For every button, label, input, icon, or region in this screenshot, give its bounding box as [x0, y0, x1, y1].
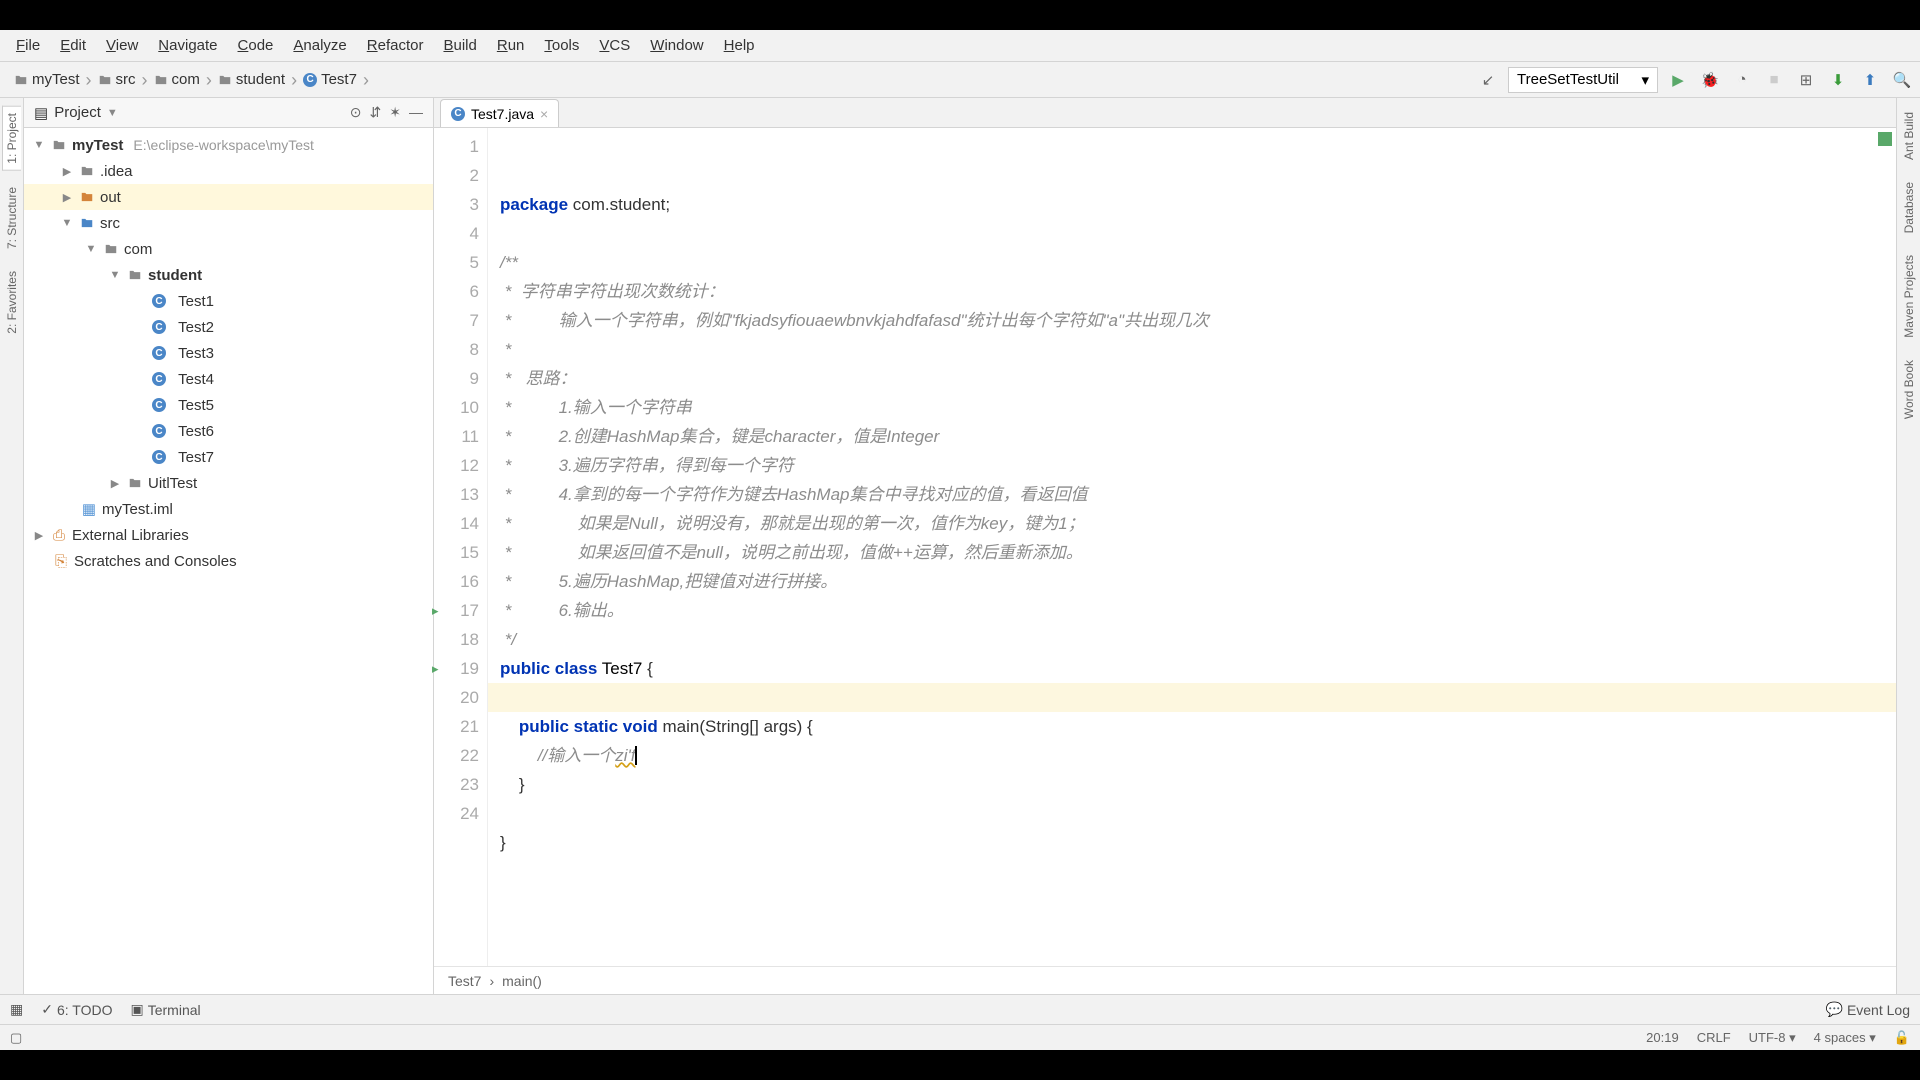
layout-button[interactable]: ▦	[10, 1001, 23, 1018]
terminal-tab[interactable]: ▣ Terminal	[130, 1001, 200, 1018]
coverage-button[interactable]: ◔	[1730, 68, 1754, 92]
crumb-project[interactable]: myTest	[6, 69, 88, 90]
tree-test2[interactable]: C Test2	[24, 314, 433, 340]
menu-window[interactable]: Window	[640, 33, 713, 58]
tool-tab-wordbook[interactable]: Word Book	[1900, 354, 1918, 425]
crumb-class[interactable]: CTest7	[295, 69, 365, 90]
class-icon: C	[451, 107, 465, 121]
event-log-tab[interactable]: 💬 Event Log	[1826, 1001, 1911, 1018]
tree-com[interactable]: ▼com	[24, 236, 433, 262]
line-separator[interactable]: CRLF	[1697, 1030, 1731, 1045]
tree-scratches[interactable]: ⎘Scratches and Consoles	[24, 548, 433, 574]
menu-tools[interactable]: Tools	[534, 33, 589, 58]
vcs-commit-button[interactable]: ⬆	[1858, 68, 1882, 92]
tool-tab-maven[interactable]: Maven Projects	[1900, 249, 1918, 344]
status-bar: ▢ 20:19 CRLF UTF-8 ▾ 4 spaces ▾ 🔓	[0, 1024, 1920, 1050]
vcs-update-button[interactable]: ⬇	[1826, 68, 1850, 92]
menu-navigate[interactable]: Navigate	[148, 33, 227, 58]
tool-tab-database[interactable]: Database	[1900, 176, 1918, 239]
lock-icon[interactable]: 🔓	[1894, 1030, 1910, 1046]
status-left: ▢	[10, 1030, 22, 1046]
menu-analyze[interactable]: Analyze	[283, 33, 356, 58]
file-encoding[interactable]: UTF-8 ▾	[1749, 1030, 1796, 1046]
crumb-student[interactable]: student	[210, 69, 293, 90]
tab-test7[interactable]: C Test7.java ×	[440, 99, 559, 127]
settings-button[interactable]: ✶	[389, 104, 401, 121]
tree-external[interactable]: ▶⎙External Libraries	[24, 522, 433, 548]
tree-student[interactable]: ▼student	[24, 262, 433, 288]
bottom-toolbar: ▦ ✓ 6: TODO ▣ Terminal 💬 Event Log	[0, 994, 1920, 1024]
crumb-src[interactable]: src	[90, 69, 144, 90]
right-tool-strip: Ant Build Database Maven Projects Word B…	[1896, 98, 1920, 994]
build-button[interactable]: ↙	[1476, 68, 1500, 92]
menu-file[interactable]: File	[6, 33, 50, 58]
tree-src[interactable]: ▼src	[24, 210, 433, 236]
collapse-button[interactable]: ⇵	[370, 104, 382, 121]
tree-test4[interactable]: C Test4	[24, 366, 433, 392]
editor-tabs: C Test7.java ×	[434, 98, 1896, 128]
project-icon: ▤	[34, 104, 48, 122]
class-icon: C	[303, 73, 317, 87]
tree-root[interactable]: ▼ myTestE:\eclipse-workspace\myTest	[24, 132, 433, 158]
menu-vcs[interactable]: VCS	[589, 33, 640, 58]
tool-tab-favorites[interactable]: 2: Favorites	[3, 265, 21, 340]
tree-test7[interactable]: C Test7	[24, 444, 433, 470]
editor-area: C Test7.java × 1234567891011121314151617…	[434, 98, 1896, 994]
tree-test1[interactable]: C Test1	[24, 288, 433, 314]
breadcrumb-class[interactable]: Test7	[448, 973, 481, 989]
left-tool-strip: 1: Project 7: Structure 2: Favorites	[0, 98, 24, 994]
debug-button[interactable]: 🐞	[1698, 68, 1722, 92]
menu-run[interactable]: Run	[487, 33, 535, 58]
tree-test3[interactable]: C Test3	[24, 340, 433, 366]
menu-edit[interactable]: Edit	[50, 33, 96, 58]
tree-iml[interactable]: ▦myTest.iml	[24, 496, 433, 522]
crumb-com[interactable]: com	[146, 69, 208, 90]
hide-button[interactable]: —	[409, 104, 423, 121]
nav-breadcrumbs: myTest› src› com› student› CTest7›	[6, 69, 365, 90]
menu-bar: File Edit View Navigate Code Analyze Ref…	[0, 30, 1920, 62]
search-everywhere-button[interactable]: 🔍	[1890, 68, 1914, 92]
code-editor[interactable]: 123456789101112131415161718192021222324 …	[434, 128, 1896, 966]
tree-uitl[interactable]: ▶UitlTest	[24, 470, 433, 496]
menu-build[interactable]: Build	[433, 33, 486, 58]
stop-button[interactable]: ■	[1762, 68, 1786, 92]
cursor-position[interactable]: 20:19	[1646, 1030, 1679, 1045]
project-panel: ▤ Project ▼ ⊙ ⇵ ✶ — ▼ myTestE:\eclipse-w…	[24, 98, 434, 994]
toolbar: myTest› src› com› student› CTest7› ↙ Tre…	[0, 62, 1920, 98]
indent-settings[interactable]: 4 spaces ▾	[1814, 1030, 1876, 1046]
editor-breadcrumb: Test7 › main()	[434, 966, 1896, 994]
run-button[interactable]: ▶	[1666, 68, 1690, 92]
project-tree[interactable]: ▼ myTestE:\eclipse-workspace\myTest ▶.id…	[24, 128, 433, 994]
tree-test6[interactable]: C Test6	[24, 418, 433, 444]
tool-tab-ant[interactable]: Ant Build	[1900, 106, 1918, 166]
tree-idea[interactable]: ▶.idea	[24, 158, 433, 184]
chevron-down-icon: ▾	[1641, 71, 1649, 89]
panel-title[interactable]: ▤ Project ▼	[34, 104, 118, 122]
menu-code[interactable]: Code	[228, 33, 284, 58]
menu-view[interactable]: View	[96, 33, 148, 58]
locate-button[interactable]: ⊙	[350, 104, 362, 121]
tool-tab-project[interactable]: 1: Project	[2, 106, 21, 171]
layout-button[interactable]: ⊞	[1794, 68, 1818, 92]
close-icon[interactable]: ×	[540, 106, 548, 122]
line-gutter[interactable]: 123456789101112131415161718192021222324	[434, 128, 488, 966]
todo-tab[interactable]: ✓ 6: TODO	[41, 1001, 112, 1018]
run-config-selector[interactable]: TreeSetTestUtil▾	[1508, 67, 1658, 93]
menu-help[interactable]: Help	[714, 33, 765, 58]
breadcrumb-method[interactable]: main()	[502, 973, 542, 989]
tree-test5[interactable]: C Test5	[24, 392, 433, 418]
tool-tab-structure[interactable]: 7: Structure	[3, 181, 21, 255]
tree-out[interactable]: ▶out	[24, 184, 433, 210]
chevron-down-icon: ▼	[107, 107, 118, 119]
menu-refactor[interactable]: Refactor	[357, 33, 434, 58]
